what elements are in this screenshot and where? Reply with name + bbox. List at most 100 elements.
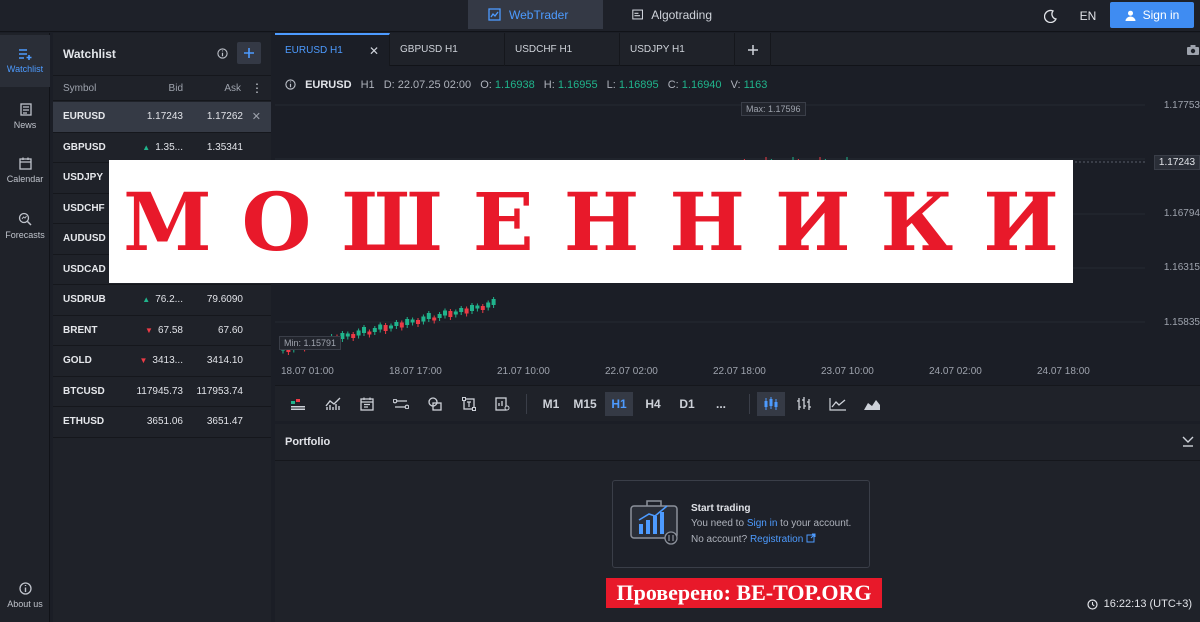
table-row[interactable]: BRENT ▼ 67.58 67.60 [53, 316, 271, 346]
table-row[interactable]: GBPUSD ▲ 1.35... 1.35341 [53, 133, 271, 163]
watchlist-icon [19, 49, 32, 60]
row-ask: 3414.10 [206, 355, 243, 367]
table-row[interactable]: BTCUSD 117945.73 117953.74 [53, 377, 271, 407]
tab-algotrading[interactable]: Algotrading [612, 0, 732, 29]
ohlc-open: 1.16938 [494, 79, 535, 91]
add-symbol-button[interactable] [237, 42, 261, 64]
sidebar-item-forecasts[interactable]: Forecasts [0, 200, 50, 252]
sync-clock-icon [1087, 598, 1098, 610]
watchlist-header: Symbol Bid Ask ⋮ [53, 75, 271, 101]
trend-line-icon[interactable] [388, 392, 414, 416]
candle-body [405, 319, 410, 325]
candle-body [378, 324, 383, 330]
start-trading-card: Start trading You need to Sign in to you… [612, 480, 870, 568]
chart-tab-usdjpy[interactable]: USDJPY H1 [620, 33, 735, 66]
row-bid-value: 67.58 [157, 324, 183, 336]
chart-style-icon[interactable] [285, 392, 311, 416]
info-icon [18, 581, 32, 595]
table-row[interactable]: EURUSD 1.17243 1.17262 ✕ [53, 102, 271, 133]
table-row[interactable]: GOLD ▼ 3413... 3414.10 [53, 346, 271, 377]
timeframe-m15[interactable]: M15 [571, 392, 599, 416]
bars-chart-icon[interactable] [791, 392, 817, 416]
camera-icon[interactable] [1186, 44, 1200, 56]
info-icon[interactable] [217, 48, 228, 59]
chart-settings-icon[interactable] [489, 392, 515, 416]
more-icon[interactable]: ⋮ [251, 76, 263, 100]
registration-line: No account? Registration [691, 533, 816, 545]
fibonacci-icon[interactable] [456, 392, 482, 416]
row-ask: 1.17262 [206, 111, 243, 123]
area-chart-icon[interactable] [859, 392, 885, 416]
candle-body [475, 305, 480, 309]
top-bar: WebTrader Algotrading EN Sign in [0, 0, 1200, 32]
ohlc-close: 1.16940 [681, 79, 722, 91]
theme-toggle[interactable] [1036, 0, 1066, 32]
watchlist-panel: Watchlist Symbol Bid Ask ⋮ EURUSD 1.17243… [53, 33, 271, 622]
table-row[interactable]: ETHUSD 3651.06 3651.47 [53, 407, 271, 438]
row-bid: ▲ 1.35... [142, 133, 183, 163]
registration-line-pre: No account? [691, 534, 748, 545]
candle-body [383, 325, 388, 331]
language-selector[interactable]: EN [1070, 0, 1106, 32]
column-bid: Bid [168, 82, 183, 94]
briefcase-chart-icon [630, 500, 678, 545]
x-axis-label: 23.07 10:00 [821, 366, 874, 377]
sign-in-line: You need to Sign in to your account. [691, 518, 851, 529]
row-bid: ▼ 67.58 [145, 316, 183, 346]
user-icon [1125, 10, 1136, 21]
moon-icon [1044, 9, 1057, 23]
row-symbol: EURUSD [63, 111, 106, 123]
shapes-icon[interactable] [422, 392, 448, 416]
tab-webtrader[interactable]: WebTrader [468, 0, 603, 29]
calendar-icon[interactable] [354, 392, 380, 416]
add-tab-button[interactable] [735, 33, 771, 66]
sign-in-link[interactable]: Sign in [747, 518, 778, 529]
candle-body [362, 327, 366, 333]
ohlc-low-label: L: [606, 79, 616, 91]
sidebar-item-news[interactable]: News [0, 90, 50, 142]
chart-tab-gbpusd[interactable]: GBPUSD H1 [390, 33, 505, 66]
candle-body [480, 306, 485, 310]
row-ask: 1.35341 [206, 141, 243, 153]
sidebar-item-about[interactable]: About us [0, 569, 50, 621]
candles-chart-icon[interactable] [757, 392, 785, 416]
timeframe-h1[interactable]: H1 [605, 392, 633, 416]
external-link-icon[interactable] [806, 533, 816, 543]
candle-body [486, 302, 491, 308]
chart-tab-label: EURUSD H1 [285, 45, 343, 56]
row-ask: 79.6090 [206, 294, 243, 306]
info-icon[interactable] [285, 79, 296, 90]
table-row[interactable]: USDRUB ▲ 76.2... 79.6090 [53, 285, 271, 316]
line-chart-icon[interactable] [825, 392, 851, 416]
sidebar-item-watchlist[interactable]: Watchlist [0, 35, 50, 87]
candle-body [356, 330, 361, 336]
ohlc-open-label: O: [480, 79, 492, 91]
chart-tab-usdchf[interactable]: USDCHF H1 [505, 33, 620, 66]
down-arrow-icon: ▼ [145, 325, 153, 335]
column-symbol: Symbol [63, 82, 97, 94]
indicators-icon[interactable] [320, 392, 346, 416]
row-ask: 117953.74 [196, 385, 243, 397]
timeframe-more[interactable]: ... [707, 392, 735, 416]
ohlc-high: 1.16955 [557, 79, 598, 91]
registration-link[interactable]: Registration [750, 534, 803, 545]
timeframe-m1[interactable]: M1 [537, 392, 565, 416]
toolbar-divider [526, 394, 527, 414]
y-axis-label: 1.16794 [1163, 208, 1200, 219]
up-arrow-icon: ▲ [142, 142, 151, 152]
timeframe-d1[interactable]: D1 [673, 392, 701, 416]
collapse-icon[interactable] [1182, 436, 1194, 447]
ohlc-tf: H1 [360, 79, 375, 91]
remove-icon[interactable]: ✕ [252, 102, 261, 132]
sidebar-item-calendar[interactable]: Calendar [0, 144, 50, 196]
current-price-value: 1.17243 [1158, 157, 1196, 168]
timeframe-h4[interactable]: H4 [639, 392, 667, 416]
close-icon[interactable]: ✕ [369, 44, 379, 58]
toolbar-divider [749, 394, 750, 414]
verification-stamp: Проверено: BE-TOP.ORG [606, 578, 882, 608]
x-axis-label: 22.07 02:00 [605, 366, 658, 377]
sign-in-button[interactable]: Sign in [1110, 2, 1194, 28]
chart-tab-eurusd[interactable]: EURUSD H1 ✕ [275, 33, 390, 66]
forecasts-icon [18, 212, 32, 226]
card-title: Start trading [691, 503, 751, 514]
